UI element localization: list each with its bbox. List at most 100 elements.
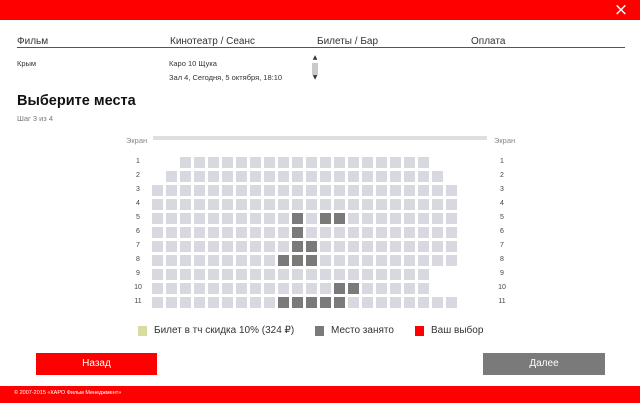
seat-available[interactable] (194, 213, 205, 224)
seat-available[interactable] (418, 171, 429, 182)
step-tickets-bar[interactable]: Билеты / Бар (317, 36, 471, 48)
seat-available[interactable] (418, 241, 429, 252)
seat-available[interactable] (194, 171, 205, 182)
seat-available[interactable] (446, 241, 457, 252)
seat-available[interactable] (306, 269, 317, 280)
seat-available[interactable] (180, 283, 191, 294)
seat-available[interactable] (348, 227, 359, 238)
seat-available[interactable] (236, 297, 247, 308)
seat-available[interactable] (418, 227, 429, 238)
seat-available[interactable] (306, 227, 317, 238)
seat-available[interactable] (236, 283, 247, 294)
seat-available[interactable] (390, 157, 401, 168)
seat-available[interactable] (292, 283, 303, 294)
seat-available[interactable] (180, 227, 191, 238)
seat-available[interactable] (208, 199, 219, 210)
seat-available[interactable] (306, 283, 317, 294)
seat-available[interactable] (390, 171, 401, 182)
seat-available[interactable] (166, 255, 177, 266)
seat-available[interactable] (306, 157, 317, 168)
seat-available[interactable] (152, 241, 163, 252)
seat-available[interactable] (180, 241, 191, 252)
seat-available[interactable] (348, 297, 359, 308)
seat-available[interactable] (362, 227, 373, 238)
seat-available[interactable] (250, 241, 261, 252)
seat-available[interactable] (222, 269, 233, 280)
seat-available[interactable] (432, 227, 443, 238)
seat-available[interactable] (446, 213, 457, 224)
seat-available[interactable] (390, 255, 401, 266)
seat-available[interactable] (152, 199, 163, 210)
seat-available[interactable] (362, 199, 373, 210)
seat-available[interactable] (320, 185, 331, 196)
seat-available[interactable] (166, 297, 177, 308)
seat-available[interactable] (320, 255, 331, 266)
seat-available[interactable] (264, 241, 275, 252)
seat-available[interactable] (292, 185, 303, 196)
seat-available[interactable] (334, 171, 345, 182)
seat-available[interactable] (404, 199, 415, 210)
order-scrollbar[interactable]: ▲ ▼ (311, 55, 319, 83)
seat-available[interactable] (334, 269, 345, 280)
seat-available[interactable] (390, 213, 401, 224)
seat-available[interactable] (404, 283, 415, 294)
seat-available[interactable] (236, 255, 247, 266)
seat-available[interactable] (180, 213, 191, 224)
scroll-down-icon[interactable]: ▼ (311, 75, 319, 81)
seat-available[interactable] (236, 171, 247, 182)
seat-available[interactable] (264, 255, 275, 266)
seat-available[interactable] (208, 241, 219, 252)
seat-available[interactable] (194, 241, 205, 252)
seat-available[interactable] (376, 255, 387, 266)
seat-available[interactable] (208, 157, 219, 168)
seat-available[interactable] (432, 185, 443, 196)
seat-available[interactable] (320, 171, 331, 182)
seat-available[interactable] (194, 269, 205, 280)
seat-available[interactable] (152, 269, 163, 280)
seat-available[interactable] (222, 213, 233, 224)
seat-available[interactable] (166, 199, 177, 210)
seat-available[interactable] (208, 269, 219, 280)
seat-available[interactable] (152, 255, 163, 266)
seat-available[interactable] (390, 283, 401, 294)
seat-available[interactable] (334, 241, 345, 252)
seat-available[interactable] (432, 297, 443, 308)
seat-available[interactable] (418, 283, 429, 294)
seat-available[interactable] (236, 269, 247, 280)
seat-available[interactable] (390, 269, 401, 280)
seat-available[interactable] (166, 227, 177, 238)
seat-available[interactable] (194, 157, 205, 168)
seat-available[interactable] (376, 171, 387, 182)
seat-available[interactable] (404, 171, 415, 182)
seat-available[interactable] (278, 171, 289, 182)
seat-available[interactable] (390, 297, 401, 308)
seat-available[interactable] (348, 185, 359, 196)
seat-available[interactable] (236, 185, 247, 196)
seat-available[interactable] (264, 157, 275, 168)
seat-available[interactable] (292, 199, 303, 210)
step-film[interactable]: Фильм (17, 36, 170, 48)
seat-available[interactable] (180, 171, 191, 182)
seat-available[interactable] (194, 297, 205, 308)
seat-available[interactable] (264, 269, 275, 280)
seat-available[interactable] (418, 157, 429, 168)
seat-available[interactable] (250, 185, 261, 196)
seat-available[interactable] (376, 269, 387, 280)
seat-available[interactable] (362, 157, 373, 168)
next-button[interactable]: Далее (483, 353, 605, 375)
seat-available[interactable] (348, 269, 359, 280)
seat-available[interactable] (320, 199, 331, 210)
seat-available[interactable] (390, 227, 401, 238)
seat-available[interactable] (362, 241, 373, 252)
seat-available[interactable] (362, 171, 373, 182)
seat-available[interactable] (390, 241, 401, 252)
seat-available[interactable] (208, 171, 219, 182)
seat-available[interactable] (362, 269, 373, 280)
seat-available[interactable] (446, 199, 457, 210)
seat-available[interactable] (376, 199, 387, 210)
seat-available[interactable] (348, 157, 359, 168)
seat-available[interactable] (362, 213, 373, 224)
seat-available[interactable] (152, 283, 163, 294)
seat-available[interactable] (208, 213, 219, 224)
seat-available[interactable] (432, 241, 443, 252)
